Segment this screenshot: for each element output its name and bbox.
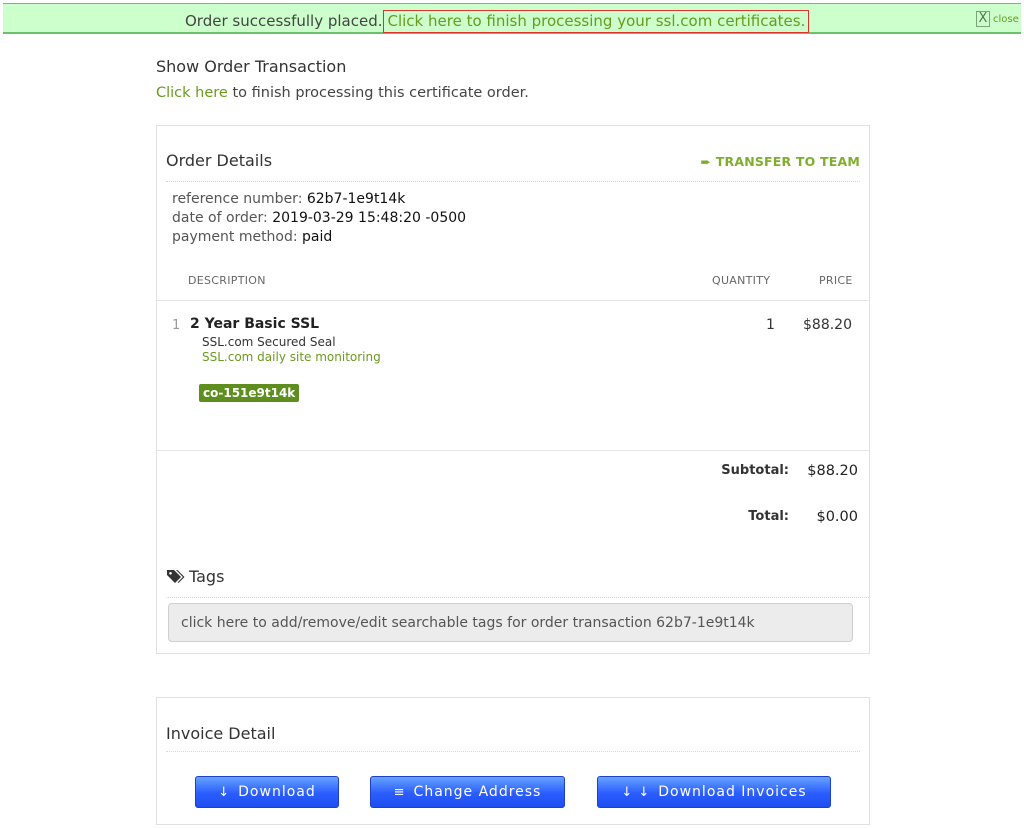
payment-row: payment method: paid <box>172 228 466 247</box>
divider <box>157 300 869 301</box>
download-icon: ↓ <box>218 784 231 800</box>
total-label: Total: <box>748 509 789 524</box>
line-item-name: 2 Year Basic SSL <box>190 316 320 332</box>
tags-title: Tags <box>189 567 225 586</box>
tags-input[interactable]: click here to add/remove/edit searchable… <box>168 603 853 642</box>
page-title: Show Order Transaction <box>156 57 347 76</box>
flash-message-text: Order successfully placed. <box>185 12 383 30</box>
payment-value: paid <box>302 229 333 245</box>
flash-banner: Order successfully placed. Click here to … <box>3 3 1021 34</box>
flash-finish-link[interactable]: Click here to finish processing your ssl… <box>383 10 810 33</box>
line-item-quantity: 1 <box>766 317 775 333</box>
column-header-quantity: QUANTITY <box>712 274 771 287</box>
flash-close-button[interactable]: X close <box>976 11 1019 27</box>
download-button[interactable]: ↓ Download <box>195 776 339 808</box>
order-details-panel: Order Details ➨ TRANSFER TO TEAM referen… <box>156 125 870 654</box>
transfer-to-team-label[interactable]: TRANSFER TO TEAM <box>716 154 860 169</box>
invoice-detail-panel: Invoice Detail ↓ Download ≡ Change Addre… <box>156 697 870 825</box>
column-header-price: PRICE <box>819 274 853 287</box>
order-meta: reference number: 62b7-1e9t14k date of o… <box>172 190 466 247</box>
change-address-button[interactable]: ≡ Change Address <box>370 776 565 808</box>
order-details-title: Order Details <box>166 151 273 170</box>
close-icon[interactable]: X <box>976 11 990 27</box>
finish-order-link[interactable]: Click here <box>156 85 228 101</box>
certificate-order-badge[interactable]: co-151e9t14k <box>199 384 300 402</box>
tags-icon <box>167 570 185 583</box>
line-item-seal: SSL.com Secured Seal <box>202 335 336 349</box>
divider <box>157 450 869 451</box>
subtotal-value: $88.20 <box>807 463 858 479</box>
change-address-button-label[interactable]: Change Address <box>414 784 542 800</box>
transfer-to-team-link[interactable]: ➨ TRANSFER TO TEAM <box>701 154 860 169</box>
payment-label: payment method: <box>172 229 303 245</box>
download-invoices-button-label[interactable]: Download Invoices <box>658 784 806 800</box>
reference-value: 62b7-1e9t14k <box>306 191 406 207</box>
invoice-detail-header: Invoice Detail <box>166 720 860 752</box>
reference-label: reference number: <box>172 191 307 207</box>
line-item-price: $88.20 <box>803 317 852 333</box>
date-label: date of order: <box>172 210 273 226</box>
total-value: $0.00 <box>816 509 858 525</box>
page-subtitle: Click here to finish processing this cer… <box>156 85 529 101</box>
subtotal-label: Subtotal: <box>721 463 789 478</box>
download-multiple-icon: ↓ ↓ <box>621 784 651 800</box>
invoice-detail-title: Invoice Detail <box>166 724 276 743</box>
download-invoices-button[interactable]: ↓ ↓ Download Invoices <box>597 776 831 808</box>
reference-row: reference number: 62b7-1e9t14k <box>172 190 466 209</box>
download-button-label[interactable]: Download <box>238 784 316 800</box>
tags-header: Tags <box>166 566 869 598</box>
flash-message: Order successfully placed. Click here to … <box>185 10 810 33</box>
date-value: 2019-03-29 15:48:20 -0500 <box>272 210 467 226</box>
arrow-right-icon: ➨ <box>700 154 716 169</box>
flash-close-label[interactable]: close <box>993 14 1019 25</box>
date-row: date of order: 2019-03-29 15:48:20 -0500 <box>172 209 466 228</box>
column-header-description: DESCRIPTION <box>188 274 266 287</box>
site-monitoring-link[interactable]: SSL.com daily site monitoring <box>202 350 381 364</box>
line-item-index: 1 <box>172 318 181 333</box>
page-subtitle-text: to finish processing this certificate or… <box>227 85 529 101</box>
order-details-header: Order Details ➨ TRANSFER TO TEAM <box>166 148 860 182</box>
address-list-icon: ≡ <box>393 784 406 800</box>
